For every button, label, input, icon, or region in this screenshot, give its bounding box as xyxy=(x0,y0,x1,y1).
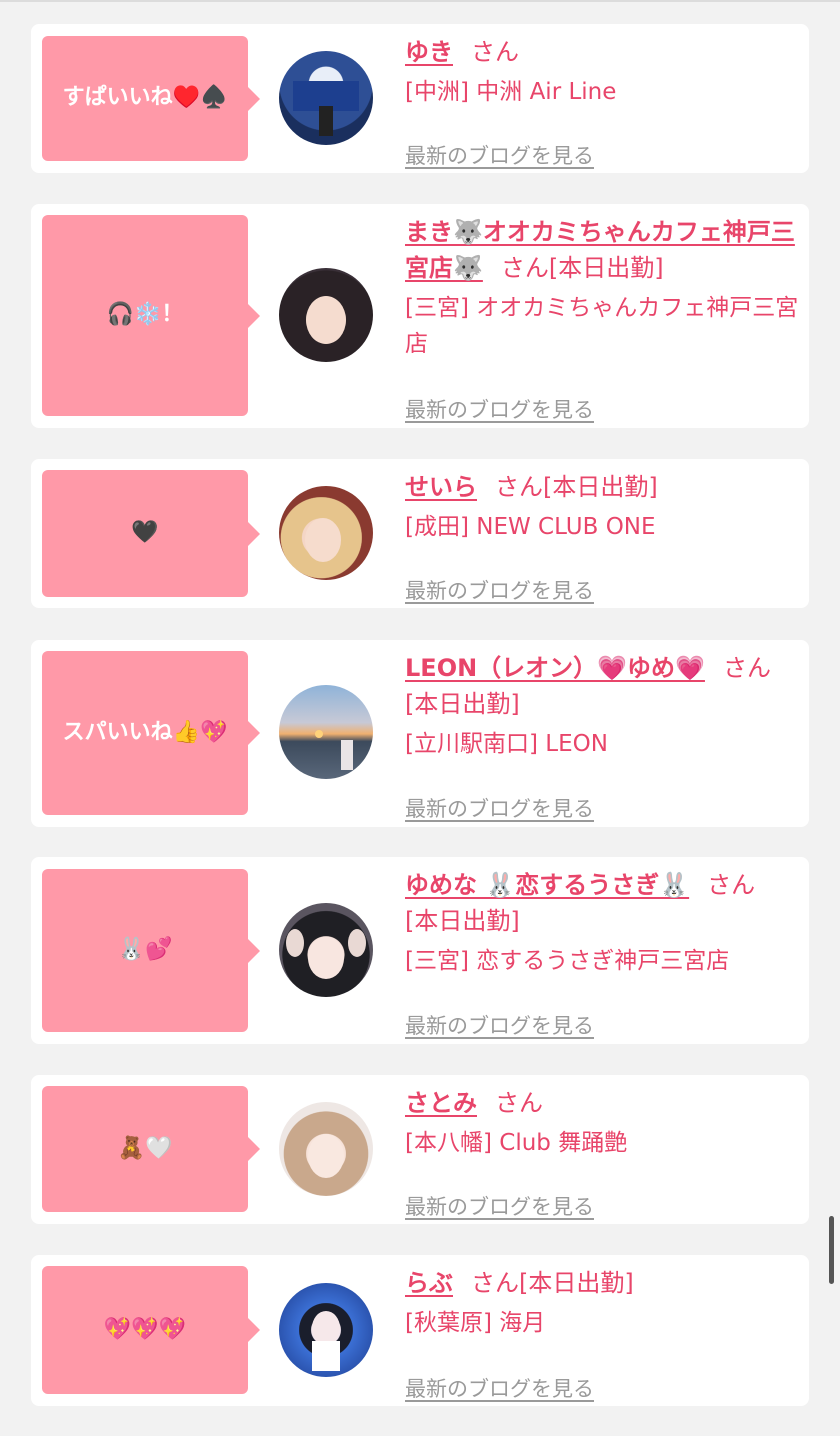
latest-blog-link[interactable]: 最新のブログを見る xyxy=(405,793,594,823)
list-item: 💖💖💖 らぶ さん[本日出勤] [秋葉原] 海月 最新のブログを見る xyxy=(31,1255,809,1406)
avatar[interactable] xyxy=(279,1283,373,1377)
comment-text: 🧸🤍 xyxy=(117,1135,173,1161)
avatar[interactable] xyxy=(279,903,373,997)
shop-info: [三宮] オオカミちゃんカフェ神戸三宮店 xyxy=(405,295,799,357)
latest-blog-link[interactable]: 最新のブログを見る xyxy=(405,1191,594,1221)
comment-text: スパいいね👍💖 xyxy=(62,719,228,745)
attendance-status: [本日出勤] xyxy=(543,473,658,501)
latest-blog-link[interactable]: 最新のブログを見る xyxy=(405,1010,594,1040)
honorific: さん xyxy=(500,254,549,282)
avatar[interactable] xyxy=(279,486,373,580)
avatar-image xyxy=(293,81,359,136)
avatar-image xyxy=(305,518,341,562)
comment-text: 💖💖💖 xyxy=(103,1316,187,1342)
avatar[interactable] xyxy=(279,1102,373,1196)
latest-blog-link[interactable]: 最新のブログを見る xyxy=(405,575,594,605)
scrollbar[interactable] xyxy=(829,1216,834,1284)
shop-info: [中洲] 中洲 Air Line xyxy=(405,79,617,105)
comment-text: 🐰💕 xyxy=(117,937,173,963)
comment-bubble: 🧸🤍 xyxy=(42,1086,260,1212)
girl-name-link[interactable]: LEON（レオン）💗ゆめ💗 xyxy=(405,654,705,682)
list-item: すぱいいね♥️♠️ ゆき さん [中洲] 中洲 Air Line 最新のブログを見… xyxy=(31,24,809,173)
list-item: 🐰💕 ゆめな 🐰恋するうさぎ🐰 さん [本日出勤] [三宮] 恋するうさぎ神戸三宮店… xyxy=(31,857,809,1044)
shop-info: [三宮] 恋するうさぎ神戸三宮店 xyxy=(405,948,730,974)
comment-bubble: 🎧❄️！ xyxy=(42,215,260,416)
comment-text: 🖤 xyxy=(131,520,159,546)
comment-text: 🎧❄️！ xyxy=(106,302,184,328)
honorific: さん xyxy=(707,871,756,899)
latest-blog-link[interactable]: 最新のブログを見る xyxy=(405,1373,594,1403)
list-item: スパいいね👍💖 LEON（レオン）💗ゆめ💗 さん [本日出勤] [立川駅南口] LE… xyxy=(31,640,809,827)
shop-info: [本八幡] Club 舞踊艶 xyxy=(405,1130,628,1156)
comment-bubble: 🖤 xyxy=(42,470,260,597)
list-item: 🧸🤍 さとみ さん [本八幡] Club 舞踊艶 最新のブログを見る xyxy=(31,1075,809,1224)
attendance-status: [本日出勤] xyxy=(519,1269,634,1297)
honorific: さん xyxy=(471,1269,519,1297)
comment-text: すぱいいね♥️♠️ xyxy=(62,85,228,111)
avatar[interactable] xyxy=(279,51,373,145)
avatar[interactable] xyxy=(279,268,373,362)
list-item: 🎧❄️！ まき🐺オオカミちゃんカフェ神戸三宮店🐺 さん[本日出勤] [三宮] オオ… xyxy=(31,204,809,428)
avatar-image xyxy=(306,296,346,344)
attendance-status: [本日出勤] xyxy=(405,690,520,718)
avatar-image xyxy=(312,1311,340,1371)
attendance-status: [本日出勤] xyxy=(548,254,664,282)
latest-blog-link[interactable]: 最新のブログを見る xyxy=(405,394,594,424)
shop-info: [立川駅南口] LEON xyxy=(405,731,608,757)
girl-name-link[interactable]: せいら xyxy=(405,473,477,501)
latest-blog-link[interactable]: 最新のブログを見る xyxy=(405,140,594,170)
list-item: 🖤 せいら さん[本日出勤] [成田] NEW CLUB ONE 最新のブログを見… xyxy=(31,459,809,608)
avatar-image xyxy=(308,1134,344,1178)
comment-bubble: すぱいいね♥️♠️ xyxy=(42,36,260,161)
honorific: さん xyxy=(471,38,519,66)
comment-bubble: 🐰💕 xyxy=(42,869,260,1032)
honorific: さん xyxy=(495,1089,543,1117)
girl-name-link[interactable]: さとみ xyxy=(405,1089,477,1117)
avatar-image xyxy=(286,929,366,979)
top-divider xyxy=(0,0,840,2)
avatar[interactable] xyxy=(279,685,373,779)
avatar-image xyxy=(315,730,353,770)
shop-info: [成田] NEW CLUB ONE xyxy=(405,514,656,540)
honorific: さん xyxy=(722,654,771,682)
girl-name-link[interactable]: ゆき xyxy=(405,38,453,66)
girl-name-link[interactable]: ゆめな 🐰恋するうさぎ🐰 xyxy=(405,871,689,899)
attendance-status: [本日出勤] xyxy=(405,907,520,935)
honorific: さん xyxy=(495,473,543,501)
girl-name-link[interactable]: らぶ xyxy=(405,1269,453,1297)
shop-info: [秋葉原] 海月 xyxy=(405,1310,546,1336)
comment-bubble: 💖💖💖 xyxy=(42,1266,260,1394)
comment-bubble: スパいいね👍💖 xyxy=(42,651,260,815)
